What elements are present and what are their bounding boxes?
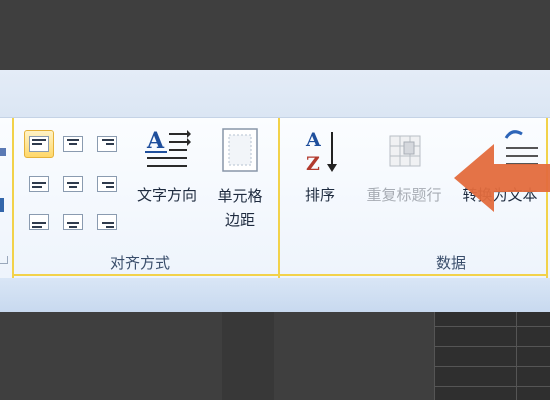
align-bottom-center-icon xyxy=(63,214,83,230)
align-middle-left-button[interactable] xyxy=(24,170,54,198)
annotation-arrow-icon xyxy=(454,144,550,212)
align-bottom-right-button[interactable] xyxy=(92,208,122,236)
dialog-launcher-icon[interactable] xyxy=(0,256,8,264)
align-middle-center-button[interactable] xyxy=(58,170,88,198)
text-direction-button[interactable]: A 文字方向 xyxy=(128,126,206,205)
align-bottom-right-icon xyxy=(97,214,117,230)
prev-group-fragment xyxy=(0,198,4,212)
sheet-column-shadow xyxy=(222,312,274,400)
cell-margins-icon xyxy=(222,128,258,172)
cell-margins-button[interactable]: 单元格 边距 xyxy=(206,126,274,232)
align-middle-left-icon xyxy=(29,176,49,192)
svg-text:Z: Z xyxy=(306,153,320,175)
align-bottom-center-button[interactable] xyxy=(58,208,88,236)
align-top-right-button[interactable] xyxy=(92,130,122,158)
svg-text:A: A xyxy=(146,128,165,154)
align-top-right-icon xyxy=(97,136,117,152)
screen: A 文字方向 单元格 边距 对齐方式 A Z 排序 重复标题行 转换为文本 数据 xyxy=(0,0,550,400)
align-middle-center-icon xyxy=(63,176,83,192)
cell-margins-label-line2: 边距 xyxy=(224,211,255,229)
align-bottom-left-button[interactable] xyxy=(24,208,54,236)
group-border-left xyxy=(12,118,14,278)
table-grid xyxy=(434,312,550,400)
sort-label: 排序 xyxy=(304,186,335,204)
align-top-left-icon xyxy=(29,136,49,152)
align-top-center-icon xyxy=(63,136,83,152)
alignment-group-label: 对齐方式 xyxy=(110,254,171,272)
ribbon-bottom-bar xyxy=(0,278,550,312)
group-border-bottom xyxy=(14,274,546,276)
cell-margins-label-line1: 单元格 xyxy=(217,187,263,205)
sort-az-icon: A Z xyxy=(305,129,337,175)
svg-text:A: A xyxy=(305,129,321,151)
align-bottom-left-icon xyxy=(29,214,49,230)
group-border-mid xyxy=(278,118,280,278)
align-top-left-button[interactable] xyxy=(24,130,54,158)
align-middle-right-icon xyxy=(97,176,117,192)
align-middle-right-button[interactable] xyxy=(92,170,122,198)
text-direction-label: 文字方向 xyxy=(136,186,197,204)
repeat-header-rows-label: 重复标题行 xyxy=(366,186,442,204)
text-direction-icon: A xyxy=(145,128,191,167)
data-group-label: 数据 xyxy=(436,254,467,272)
ribbon-tab-strip xyxy=(0,70,550,118)
repeat-header-rows-button[interactable]: 重复标题行 xyxy=(356,126,452,205)
sort-button[interactable]: A Z 排序 xyxy=(296,126,344,205)
prev-group-fragment xyxy=(0,148,6,156)
repeat-header-rows-icon xyxy=(389,135,421,167)
align-top-center-button[interactable] xyxy=(58,130,88,158)
